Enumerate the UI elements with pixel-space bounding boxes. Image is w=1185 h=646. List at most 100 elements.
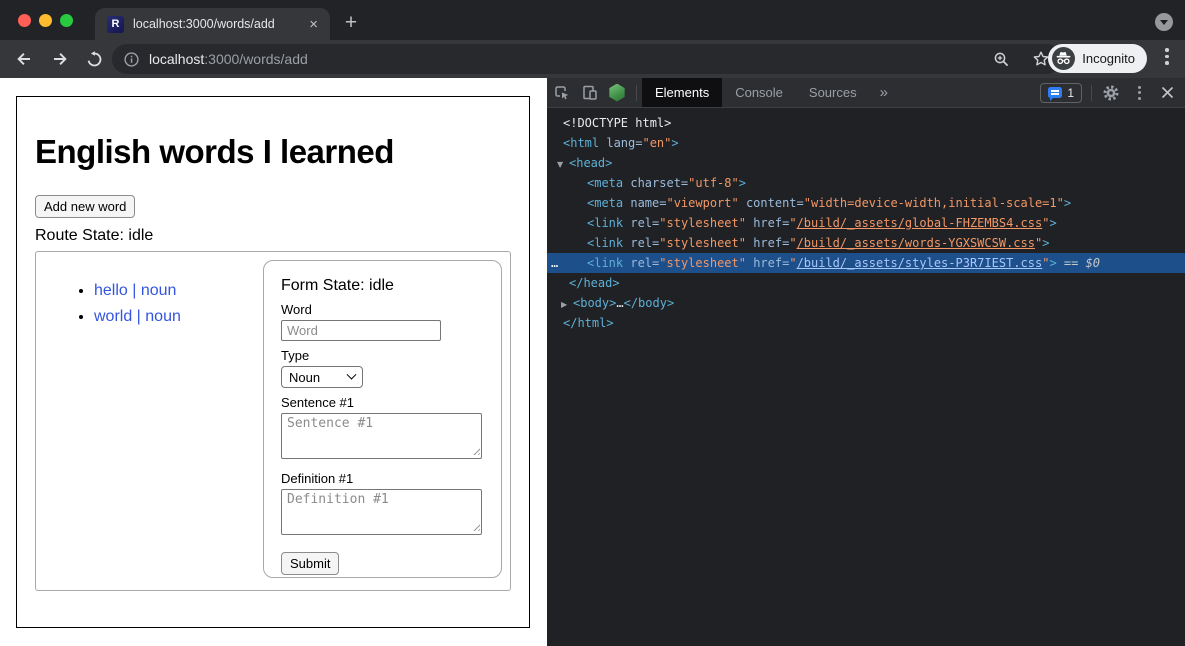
page-viewport: English words I learned Add new word Rou… — [0, 78, 547, 646]
definition-textarea[interactable] — [281, 489, 482, 535]
device-toolbar-icon — [580, 83, 599, 102]
dom-node[interactable]: …<link rel="stylesheet" href="/build/_as… — [547, 253, 1185, 273]
toolbar-divider — [636, 85, 637, 101]
browser-tab[interactable]: R localhost:3000/words/add × — [95, 8, 330, 40]
tab-search-button[interactable] — [1155, 13, 1173, 31]
list-item: world | noun — [94, 304, 263, 330]
dom-node[interactable]: ▶<body>…</body> — [547, 293, 1185, 313]
code-token: "viewport" — [666, 196, 738, 210]
code-token: </head> — [569, 276, 620, 290]
close-window-button[interactable] — [18, 14, 31, 27]
page-title: English words I learned — [35, 133, 511, 171]
forward-arrow-icon — [51, 50, 69, 68]
word-label: Word — [281, 302, 484, 317]
dom-node[interactable]: <meta name="viewport" content="width=dev… — [547, 193, 1185, 213]
type-select[interactable]: Noun — [281, 366, 363, 388]
code-token: <link — [587, 216, 630, 230]
tab-console[interactable]: Console — [722, 78, 796, 107]
forward-button[interactable] — [46, 45, 74, 73]
list-item: hello | noun — [94, 278, 263, 304]
url-path: :3000/words/add — [204, 51, 308, 67]
incognito-icon — [1052, 47, 1075, 70]
code-token: > — [671, 136, 678, 150]
code-token: > — [1049, 216, 1056, 230]
device-toolbar-button[interactable] — [575, 78, 603, 107]
settings-button[interactable] — [1097, 78, 1125, 107]
word-link-hello[interactable]: hello | noun — [94, 282, 176, 299]
url-host: localhost — [149, 51, 204, 67]
dom-tree: <!DOCTYPE html><html lang="en">▼<head><m… — [547, 108, 1185, 646]
submit-button[interactable]: Submit — [281, 552, 339, 575]
code-token: <link — [587, 236, 630, 250]
reload-icon — [86, 51, 103, 68]
devtools-menu-button[interactable] — [1125, 78, 1153, 107]
word-list: hello | noun world | noun — [36, 278, 263, 590]
new-tab-button[interactable]: + — [338, 10, 364, 36]
word-input[interactable] — [281, 320, 441, 341]
back-arrow-icon — [15, 50, 33, 68]
code-token: "stylesheet" — [659, 236, 746, 250]
code-token: lang= — [606, 136, 642, 150]
node-icon[interactable] — [603, 78, 631, 107]
info-icon[interactable] — [124, 52, 139, 67]
dom-node[interactable]: <html lang="en"> — [547, 133, 1185, 153]
dom-node[interactable]: <!DOCTYPE html> — [547, 113, 1185, 133]
code-token: "stylesheet" — [659, 256, 746, 270]
code-token: <head> — [569, 156, 612, 170]
code-token: href= — [746, 216, 789, 230]
close-devtools-button[interactable] — [1153, 78, 1181, 107]
type-select-value: Noun — [289, 370, 320, 385]
collapse-arrow-icon[interactable]: ▶ — [561, 295, 573, 315]
reload-button[interactable] — [80, 45, 108, 73]
code-token: <body> — [573, 296, 616, 310]
tab-title: localhost:3000/words/add — [133, 17, 307, 31]
dom-node[interactable]: ▼<head> — [547, 153, 1185, 173]
close-icon — [1161, 86, 1174, 99]
form-state-text: Form State: idle — [281, 277, 484, 295]
code-token: " — [789, 256, 796, 270]
sentence-textarea[interactable] — [281, 413, 482, 459]
code-token: href= — [746, 236, 789, 250]
code-token: … — [616, 296, 623, 310]
hidden-nodes-ellipsis[interactable]: … — [551, 253, 558, 273]
code-token: </body> — [624, 296, 675, 310]
code-token: rel= — [630, 236, 659, 250]
maximize-window-button[interactable] — [60, 14, 73, 27]
dom-node[interactable]: </html> — [547, 313, 1185, 333]
tab-strip: R localhost:3000/words/add × + — [0, 0, 1185, 40]
word-link-world[interactable]: world | noun — [94, 308, 181, 325]
code-token: <link — [587, 256, 630, 270]
code-token: <!DOCTYPE html> — [563, 116, 671, 130]
inspect-element-button[interactable] — [547, 78, 575, 107]
dom-node[interactable]: <link rel="stylesheet" href="/build/_ass… — [547, 233, 1185, 253]
tab-close-icon[interactable]: × — [307, 17, 320, 32]
code-token: "width=device-width,initial-scale=1" — [804, 196, 1064, 210]
dom-node[interactable]: <link rel="stylesheet" href="/build/_ass… — [547, 213, 1185, 233]
code-token: content= — [739, 196, 804, 210]
back-button[interactable] — [10, 45, 38, 73]
code-token: " — [789, 236, 796, 250]
code-token: <meta — [587, 196, 630, 210]
code-token: name= — [630, 196, 666, 210]
code-token: > — [739, 176, 746, 190]
code-token: </html> — [563, 316, 614, 330]
browser-menu-button[interactable] — [1157, 46, 1177, 67]
more-tabs-button[interactable]: » — [870, 84, 898, 101]
kebab-menu-icon — [1127, 86, 1151, 100]
words-panel: hello | noun world | noun Form State: id… — [35, 251, 511, 591]
route-state-text: Route State: idle — [35, 227, 511, 245]
tab-sources[interactable]: Sources — [796, 78, 870, 107]
devtools-panel: Elements Console Sources » 1 — [547, 78, 1185, 646]
minimize-window-button[interactable] — [39, 14, 52, 27]
expand-arrow-icon[interactable]: ▼ — [557, 155, 569, 175]
tab-elements[interactable]: Elements — [642, 78, 722, 107]
code-token: href= — [746, 256, 789, 270]
code-token: > — [1042, 236, 1049, 250]
zoom-icon[interactable] — [993, 51, 1010, 68]
address-bar[interactable]: localhost:3000/words/add — [112, 44, 1062, 74]
dom-node[interactable]: <meta charset="utf-8"> — [547, 173, 1185, 193]
add-new-word-button[interactable]: Add new word — [35, 195, 135, 218]
sentence-label: Sentence #1 — [281, 395, 484, 410]
issues-counter[interactable]: 1 — [1040, 83, 1082, 103]
dom-node[interactable]: </head> — [547, 273, 1185, 293]
